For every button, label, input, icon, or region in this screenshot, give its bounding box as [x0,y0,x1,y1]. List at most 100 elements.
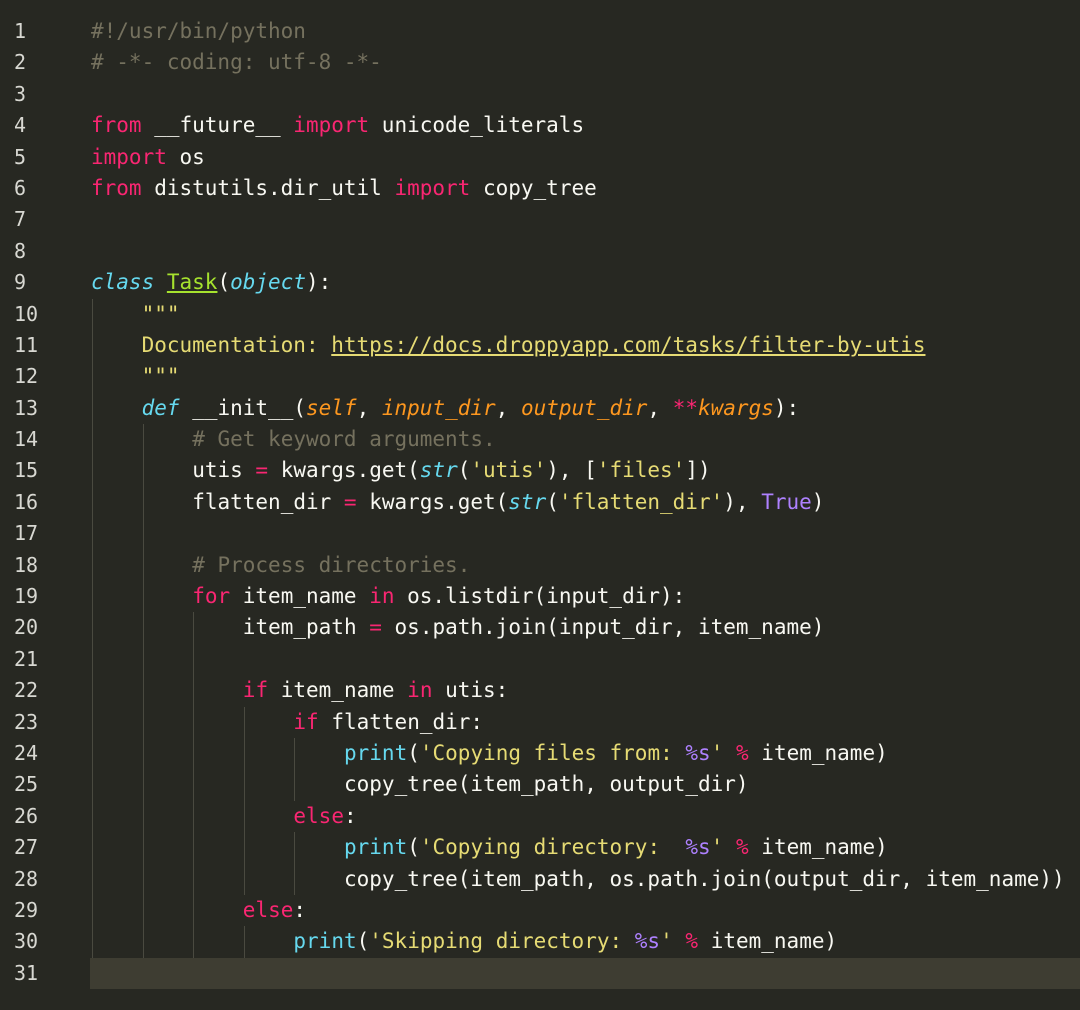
code-token: 'flatten_dir' [558,489,724,514]
indent-guide [193,894,195,927]
code-line[interactable]: copy_tree(item_path, output_dir) [91,769,1080,801]
line-number: 11 [14,332,39,357]
code-editor[interactable]: 1 2 3 4 5 6 7 8 9 10 11 12 13 14 15 16 17 18 19 20 21 22 23 24 2… [0,0,1080,1010]
code-line[interactable]: copy_tree(item_path, os.path.join(output… [91,863,1080,895]
indent-guide [193,926,195,958]
code-token: 'Skipping directory: [369,929,635,954]
code-token: copy_tree(item_path, output_dir) [344,772,749,797]
code-line[interactable]: from distutils.dir_util import copy_tree [91,173,1080,204]
code-token: 'utis' [470,458,547,483]
code-token: ' [710,740,724,765]
code-line[interactable]: import os [91,142,1080,173]
code-token: item_name [230,584,370,609]
code-line[interactable]: else: [91,894,1080,927]
indent-guide [142,737,144,770]
code-line[interactable]: utis = kwargs.get(str('utis'), ['files']… [91,455,1080,487]
code-token: , [647,395,673,420]
code-token: % [736,740,749,765]
code-line-content: from distutils.dir_util import copy_tree [91,173,597,204]
indent-guide [193,612,195,644]
indent-guide [193,800,195,833]
code-token: Documentation: [141,332,332,357]
code-area[interactable]: #!/usr/bin/python # -*- coding: utf-8 -*-… [90,16,1080,990]
code-line[interactable]: """ [91,361,1080,393]
code-line[interactable]: # -*- coding: utf-8 -*- [91,47,1080,78]
code-line[interactable]: print('Copying directory: %s' % item_nam… [91,832,1080,864]
code-token: copy_tree(item_path, os.path.join(output… [344,866,1065,891]
indent-guide [92,769,93,801]
line-number: 19 [14,584,39,609]
indent-guide [243,832,245,864]
line-number: 29 [14,897,39,922]
code-token: # -*- coding: utf-8 -*- [91,50,382,75]
code-line[interactable] [91,236,1080,267]
code-token: print [293,929,357,954]
indent-guide [193,643,195,676]
code-token: class [91,270,155,295]
code-token: copy_tree [470,175,597,200]
code-token: item_path [242,615,370,640]
indent-guide [142,518,144,550]
code-line-content: copy_tree(item_path, os.path.join(output… [344,864,1065,895]
line-number: 30 [14,929,39,954]
code-line[interactable]: print('Copying files from: %s' % item_na… [91,737,1080,770]
code-line[interactable] [91,643,1080,676]
code-line[interactable]: flatten_dir = kwargs.get(str('flatten_di… [91,486,1080,519]
code-line[interactable] [90,957,1080,990]
code-line-content: """ [142,299,180,330]
code-line[interactable]: for item_name in os.listdir(input_dir): [91,581,1080,613]
code-line[interactable]: if flatten_dir: [91,706,1080,738]
code-line[interactable]: class Task(object): [91,267,1080,298]
code-token: % [685,929,699,954]
code-token: Task [166,270,218,295]
indent-guide [92,800,93,833]
code-token: __future__ [141,113,294,138]
code-token: """ [141,364,180,389]
code-line[interactable]: else: [91,800,1080,833]
indent-guide [92,643,93,676]
url-link[interactable]: https://docs.droppyapp.com/tasks/filter-… [331,333,925,357]
code-line[interactable]: """ [91,298,1080,330]
indent-guide [142,455,144,487]
code-line[interactable]: #!/usr/bin/python [91,16,1080,47]
code-token: flatten_dir [192,489,344,514]
code-token: 'files' [596,458,686,483]
code-token: %s [685,835,711,860]
code-token: flatten_dir: [318,709,484,734]
indent-guide [243,706,245,738]
code-line[interactable] [91,204,1080,235]
code-line-content: class Task(object): [91,267,331,298]
code-line[interactable] [91,518,1080,550]
code-token: print [344,835,408,860]
code-line[interactable]: # Process directories. [91,549,1080,582]
code-line[interactable]: from __future__ import unicode_literals [91,110,1080,141]
code-line[interactable]: # Get keyword arguments. [91,424,1080,456]
code-token: = [343,489,357,514]
code-line[interactable]: if item_name in utis: [91,675,1080,707]
code-token: else [242,897,294,922]
line-number: 21 [14,646,39,671]
code-token: for [192,584,231,609]
code-line[interactable]: item_path = os.path.join(input_dir, item… [91,612,1080,644]
indent-guide [92,675,93,707]
code-token: kwargs.get( [356,489,509,514]
indent-guide [294,769,296,801]
indent-guide [92,361,93,393]
code-line-content: # Process directories. [192,550,470,581]
code-line[interactable]: Documentation: https://docs.droppyapp.co… [91,329,1080,362]
line-number: 9 [14,270,27,295]
code-line[interactable]: print('Skipping directory: %s' % item_na… [91,926,1080,958]
code-line[interactable] [91,79,1080,110]
indent-guide [294,737,296,770]
code-line[interactable]: def __init__(self, input_dir, output_dir… [91,392,1080,425]
code-line-content: for item_name in os.listdir(input_dir): [192,581,685,612]
indent-guide [92,894,93,927]
code-token: ( [407,740,420,765]
line-number: 23 [14,709,39,734]
line-number: 7 [14,207,27,232]
code-token: item_name) [748,740,888,765]
line-number: 20 [14,615,39,640]
code-token: os.path.join(input_dir, item_name) [381,615,825,640]
